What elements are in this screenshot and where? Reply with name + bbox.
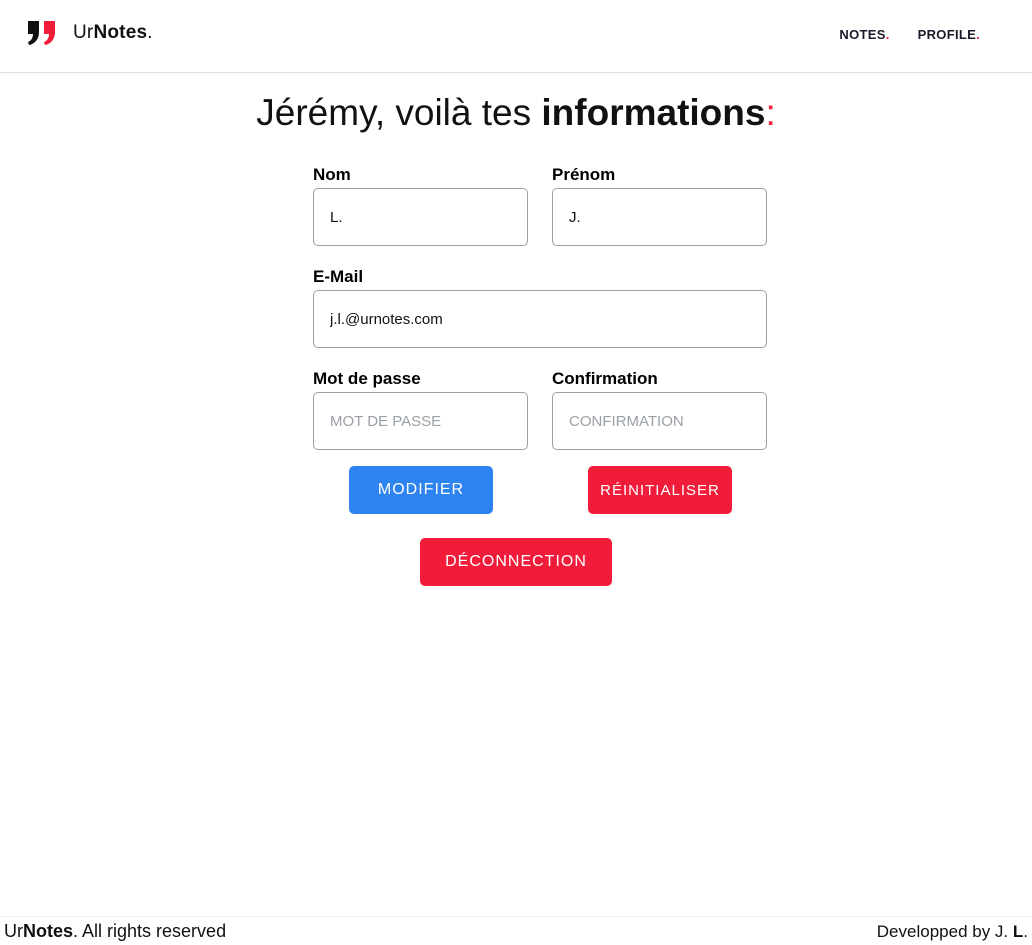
brand-logo[interactable]: UrNotes. (27, 20, 153, 46)
nom-label: Nom (313, 165, 351, 184)
footer: UrNotes. All rights reserved Developped … (0, 916, 1032, 945)
footer-credits-end: . (1023, 922, 1028, 941)
email-label: E-Mail (313, 267, 364, 286)
prenom-input[interactable] (552, 188, 767, 246)
page-title-colon: : (765, 92, 776, 133)
email-input[interactable] (313, 290, 767, 348)
quote-icon (28, 21, 55, 45)
navbar: UrNotes. NOTES. PROFILE. (0, 0, 1032, 73)
page-title: Jérémy, voilà tes informations: (0, 92, 1032, 134)
footer-rights-text: . All rights reserved (73, 921, 227, 941)
nav-links: NOTES. PROFILE. (839, 27, 980, 42)
footer-credits: Developped by J. L. (877, 922, 1028, 942)
nav-link-profile-dot: . (976, 27, 980, 42)
reset-button[interactable]: RÉINITIALISER (588, 466, 732, 514)
footer-credits-text: Developped by J. (876, 922, 1013, 941)
footer-brand-name: Notes (23, 921, 74, 941)
logout-button[interactable]: DÉCONNECTION (420, 538, 612, 586)
brand-name: UrNotes. (73, 22, 153, 44)
nom-input[interactable] (313, 188, 528, 246)
password-label: Mot de passe (313, 369, 421, 388)
brand-prefix: Ur (73, 22, 94, 43)
brand-dot: . (147, 22, 153, 43)
brand-name-bold: Notes (93, 22, 148, 43)
password-input[interactable] (313, 392, 528, 450)
nav-link-notes-dot: . (885, 27, 890, 42)
modify-button[interactable]: MODIFIER (349, 466, 493, 514)
page-title-start: Jérémy, voilà tes (256, 92, 542, 133)
prenom-label: Prénom (552, 165, 616, 184)
confirmation-input[interactable] (552, 392, 767, 450)
nav-link-notes[interactable]: NOTES. (839, 27, 889, 42)
footer-copyright: UrNotes. All rights reserved (4, 921, 226, 942)
nav-link-profile-label: PROFILE (917, 27, 977, 42)
footer-credits-bold: L (1012, 922, 1024, 941)
confirmation-label: Confirmation (552, 369, 658, 388)
page-title-strong: informations (541, 92, 766, 133)
nav-link-profile[interactable]: PROFILE. (918, 27, 980, 42)
nav-link-notes-label: NOTES (839, 27, 886, 42)
footer-brand-prefix: Ur (4, 921, 23, 941)
